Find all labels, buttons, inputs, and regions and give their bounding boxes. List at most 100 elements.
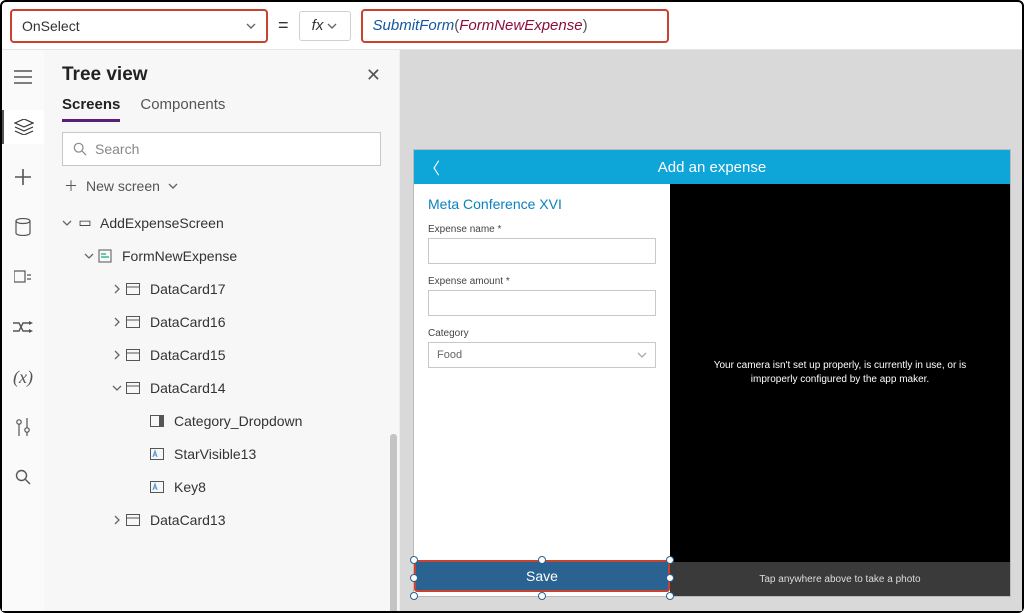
save-button-wrap: Save (414, 562, 670, 596)
tree-node-label: DataCard15 (150, 347, 226, 363)
canvas[interactable]: 〈 Add an expense Meta Conference XVI Exp… (400, 50, 1022, 611)
input-expense-name[interactable] (428, 238, 656, 264)
label-category: Category (428, 328, 656, 339)
tree-node-label: StarVisible13 (174, 446, 256, 462)
search-rail-icon[interactable] (2, 460, 44, 494)
save-button[interactable]: Save (414, 560, 670, 592)
preview-body: Meta Conference XVI Expense name * Expen… (414, 184, 1010, 562)
tree-node-datacard[interactable]: DataCard17 (44, 272, 399, 305)
variables-icon[interactable]: (x) (2, 360, 44, 394)
tree-node-label: FormNewExpense (122, 248, 237, 264)
tree-node-screen[interactable]: ▭ AddExpenseScreen (44, 206, 399, 239)
tree-node-control[interactable]: Key8 (44, 470, 399, 503)
photo-hint[interactable]: Tap anywhere above to take a photo (670, 562, 1010, 596)
tree-search-input[interactable]: Search (62, 132, 381, 166)
new-screen-label: New screen (86, 178, 160, 194)
scrollbar-thumb[interactable] (390, 434, 397, 611)
resize-handle[interactable] (538, 556, 546, 564)
card-icon (126, 283, 144, 295)
search-placeholder: Search (95, 141, 139, 157)
property-selector-value: OnSelect (22, 18, 80, 34)
select-category-value: Food (437, 349, 462, 361)
insert-icon[interactable] (2, 160, 44, 194)
label-icon (150, 481, 168, 493)
fx-label: fx (312, 17, 324, 34)
hamburger-icon[interactable] (2, 60, 44, 94)
preview-footer: Save Tap anywhere above to take a photo (414, 562, 1010, 596)
fx-button[interactable]: fx (299, 11, 351, 41)
tree-node-form[interactable]: FormNewExpense (44, 239, 399, 272)
close-icon[interactable]: ✕ (366, 65, 381, 86)
label-expense-name: Expense name * (428, 224, 656, 235)
new-screen-button[interactable]: ＋ New screen (44, 166, 399, 204)
chevron-down-icon (637, 350, 647, 360)
data-icon[interactable] (2, 210, 44, 244)
tree-node-control[interactable]: Category_Dropdown (44, 404, 399, 437)
resize-handle[interactable] (666, 556, 674, 564)
search-icon (73, 142, 87, 156)
card-icon (126, 514, 144, 526)
body: (x) Tree view ✕ Screens Components Searc… (2, 50, 1022, 611)
formula-bar: OnSelect = fx SubmitForm ( FormNewExpens… (2, 2, 1022, 50)
tab-screens[interactable]: Screens (62, 96, 120, 122)
resize-handle[interactable] (666, 574, 674, 582)
property-selector[interactable]: OnSelect (10, 9, 268, 43)
form-icon (98, 249, 116, 263)
trip-name: Meta Conference XVI (428, 196, 656, 212)
preview-header: 〈 Add an expense (414, 150, 1010, 184)
tree-header: Tree view ✕ (44, 50, 399, 90)
formula-input[interactable]: SubmitForm ( FormNewExpense ) (361, 9, 669, 43)
select-category[interactable]: Food (428, 342, 656, 368)
tree-node-label: AddExpenseScreen (100, 215, 224, 231)
formula-arg: FormNewExpense (459, 17, 582, 34)
chevron-down-icon (327, 21, 337, 31)
tree-node-datacard[interactable]: DataCard15 (44, 338, 399, 371)
tree-node-label: Category_Dropdown (174, 413, 302, 429)
camera-placeholder[interactable]: Your camera isn't set up properly, is cu… (670, 184, 1010, 562)
media-icon[interactable] (2, 260, 44, 294)
back-icon[interactable]: 〈 (424, 155, 440, 179)
resize-handle[interactable] (538, 592, 546, 600)
chevron-down-icon (246, 21, 256, 31)
app-preview: 〈 Add an expense Meta Conference XVI Exp… (414, 150, 1010, 596)
tree-node-datacard-expanded[interactable]: DataCard14 (44, 371, 399, 404)
tools-icon[interactable] (2, 410, 44, 444)
tree-node-label: DataCard13 (150, 512, 226, 528)
resize-handle[interactable] (410, 574, 418, 582)
card-icon (126, 382, 144, 394)
app-root: OnSelect = fx SubmitForm ( FormNewExpens… (0, 0, 1024, 613)
chevron-down-icon (168, 181, 178, 191)
preview-form: Meta Conference XVI Expense name * Expen… (414, 184, 670, 562)
chevron-down-icon (112, 383, 126, 393)
save-button-label: Save (526, 568, 558, 584)
flows-icon[interactable] (2, 310, 44, 344)
input-expense-amount[interactable] (428, 290, 656, 316)
tree-tabs: Screens Components (44, 90, 399, 122)
label-icon (150, 448, 168, 460)
resize-handle[interactable] (410, 556, 418, 564)
tree-scroll: ▭ AddExpenseScreen FormNewExpense (44, 204, 399, 611)
left-rail: (x) (2, 50, 44, 611)
tree-search-wrap: Search (44, 122, 399, 166)
label-expense-amount: Expense amount * (428, 276, 656, 287)
screen-icon: ▭ (76, 214, 94, 231)
tree-node-label: Key8 (174, 479, 206, 495)
preview-title: Add an expense (658, 159, 766, 176)
photo-hint-text: Tap anywhere above to take a photo (759, 574, 920, 585)
resize-handle[interactable] (410, 592, 418, 600)
tree-node-datacard[interactable]: DataCard16 (44, 305, 399, 338)
formula-fn: SubmitForm (373, 17, 455, 34)
tab-components[interactable]: Components (140, 96, 225, 122)
tree-node-datacard[interactable]: DataCard13 (44, 503, 399, 536)
card-icon (126, 349, 144, 361)
chevron-right-icon (112, 515, 126, 525)
chevron-down-icon (62, 218, 76, 228)
camera-message: Your camera isn't set up properly, is cu… (698, 359, 982, 387)
resize-handle[interactable] (666, 592, 674, 600)
tree-panel: Tree view ✕ Screens Components Search ＋ … (44, 50, 400, 611)
tree-view-icon[interactable] (2, 110, 44, 144)
tree-node-label: DataCard17 (150, 281, 226, 297)
tree-node-control[interactable]: StarVisible13 (44, 437, 399, 470)
tree-node-label: DataCard14 (150, 380, 226, 396)
plus-icon: ＋ (64, 176, 78, 196)
